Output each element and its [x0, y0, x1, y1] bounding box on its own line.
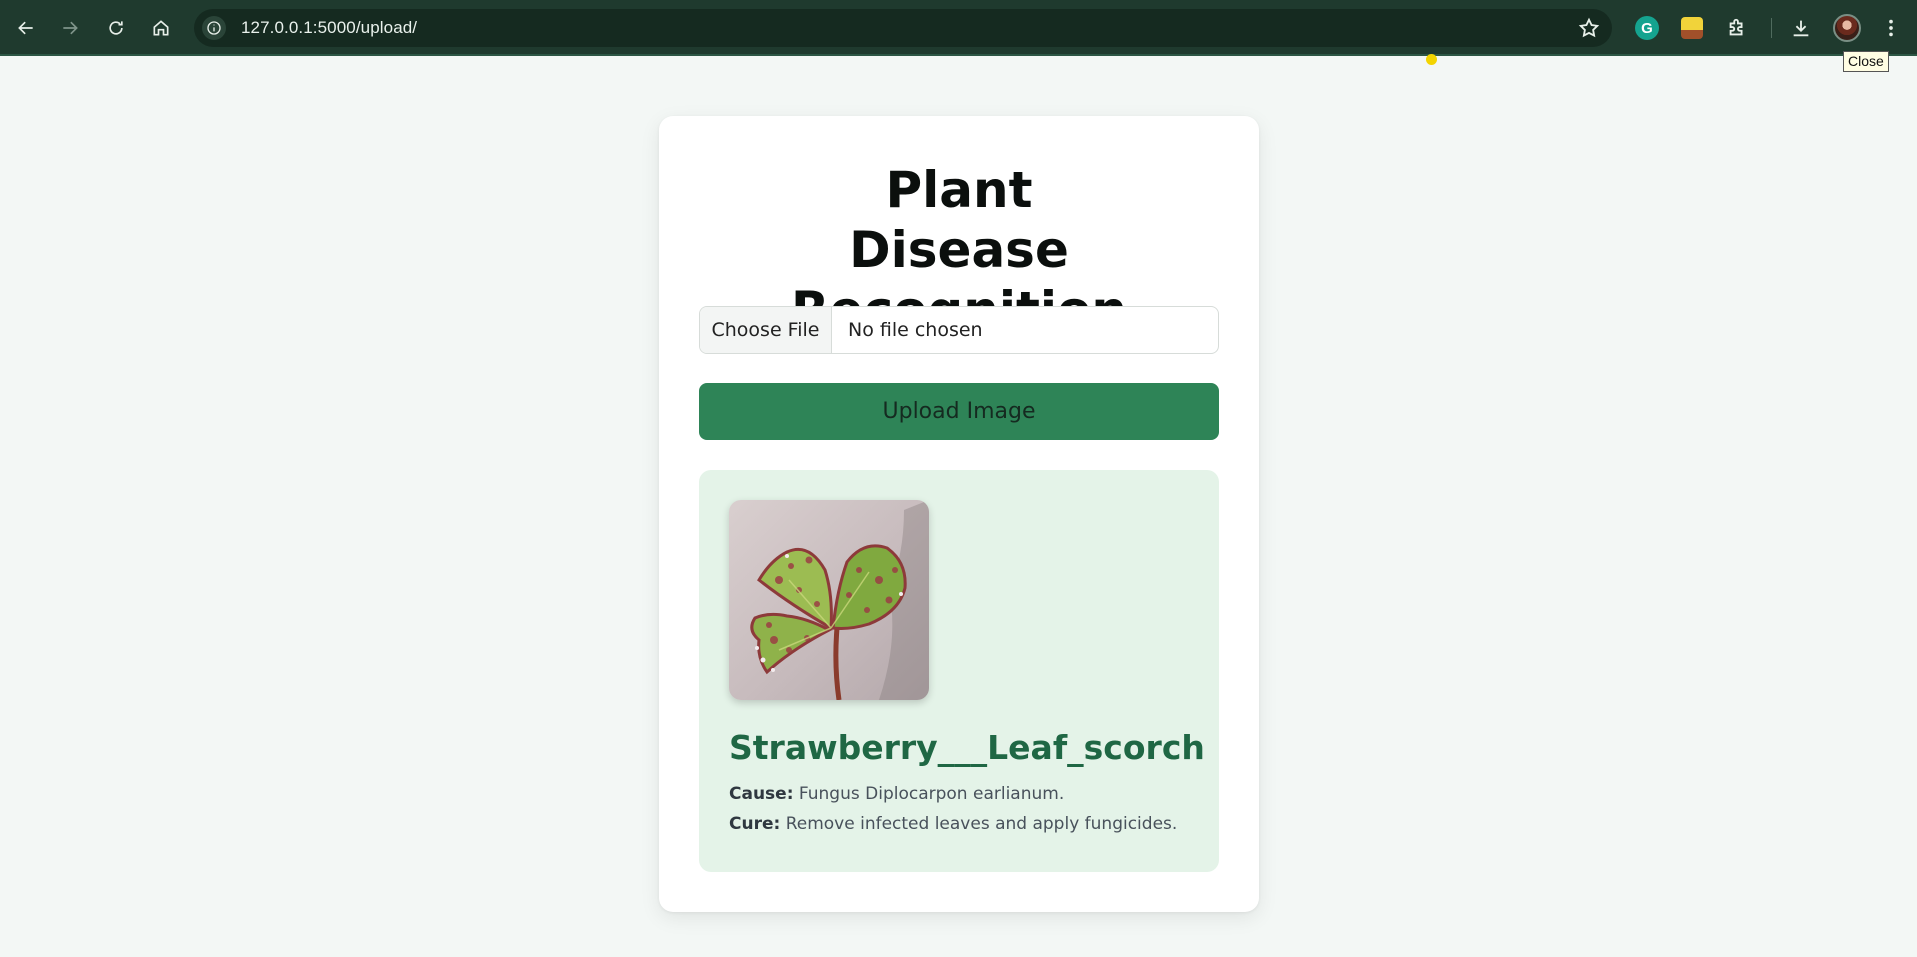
main-card: Plant Disease Recognition Choose File No…	[659, 116, 1259, 912]
file-status: No file chosen	[848, 319, 983, 341]
forward-button[interactable]	[54, 12, 86, 44]
result-panel: Strawberry___Leaf_scorch Cause: Fungus D…	[699, 470, 1219, 872]
site-info-button[interactable]	[202, 16, 226, 40]
downloads-button[interactable]	[1787, 14, 1815, 42]
home-icon	[153, 20, 169, 36]
toolbar-divider	[1771, 18, 1772, 38]
grammarly-extension[interactable]: G	[1633, 14, 1661, 42]
download-icon	[1793, 20, 1809, 37]
address-bar[interactable]: 127.0.0.1:5000/upload/	[194, 9, 1612, 47]
star-icon[interactable]	[1578, 17, 1600, 39]
extension-app-button[interactable]	[1678, 14, 1706, 42]
reload-button[interactable]	[100, 12, 132, 44]
grammarly-icon: G	[1635, 16, 1659, 40]
file-input[interactable]: Choose File No file chosen	[699, 306, 1219, 354]
cause-line: Cause: Fungus Diplocarpon earlianum.	[729, 784, 1064, 804]
extension-app-icon	[1681, 17, 1703, 39]
cause-label: Cause:	[729, 784, 794, 804]
cursor-indicator	[1426, 54, 1437, 65]
browser-toolbar: 127.0.0.1:5000/upload/ G	[0, 0, 1917, 56]
arrow-left-icon	[18, 21, 33, 35]
extensions-button[interactable]	[1723, 14, 1751, 42]
cure-label: Cure:	[729, 814, 781, 834]
cure-line: Cure: Remove infected leaves and apply f…	[729, 814, 1177, 834]
back-button[interactable]	[10, 12, 42, 44]
browser-menu-button[interactable]	[1877, 14, 1905, 42]
info-icon	[207, 21, 221, 35]
arrow-right-icon	[63, 21, 78, 35]
cure-text: Remove infected leaves and apply fungici…	[785, 814, 1178, 834]
tooltip: Close	[1843, 51, 1889, 72]
avatar[interactable]	[1833, 14, 1861, 42]
cause-text: Fungus Diplocarpon earlianum.	[798, 784, 1065, 804]
uploaded-leaf-image	[729, 500, 929, 700]
reload-icon	[109, 21, 123, 35]
puzzle-icon	[1729, 18, 1743, 36]
url-text[interactable]: 127.0.0.1:5000/upload/	[241, 18, 417, 38]
choose-file-button[interactable]: Choose File	[700, 307, 832, 353]
kebab-menu-icon	[1889, 19, 1893, 37]
upload-image-button[interactable]: Upload Image	[699, 383, 1219, 440]
home-button[interactable]	[145, 12, 177, 44]
disease-name: Strawberry___Leaf_scorch	[729, 728, 1205, 767]
